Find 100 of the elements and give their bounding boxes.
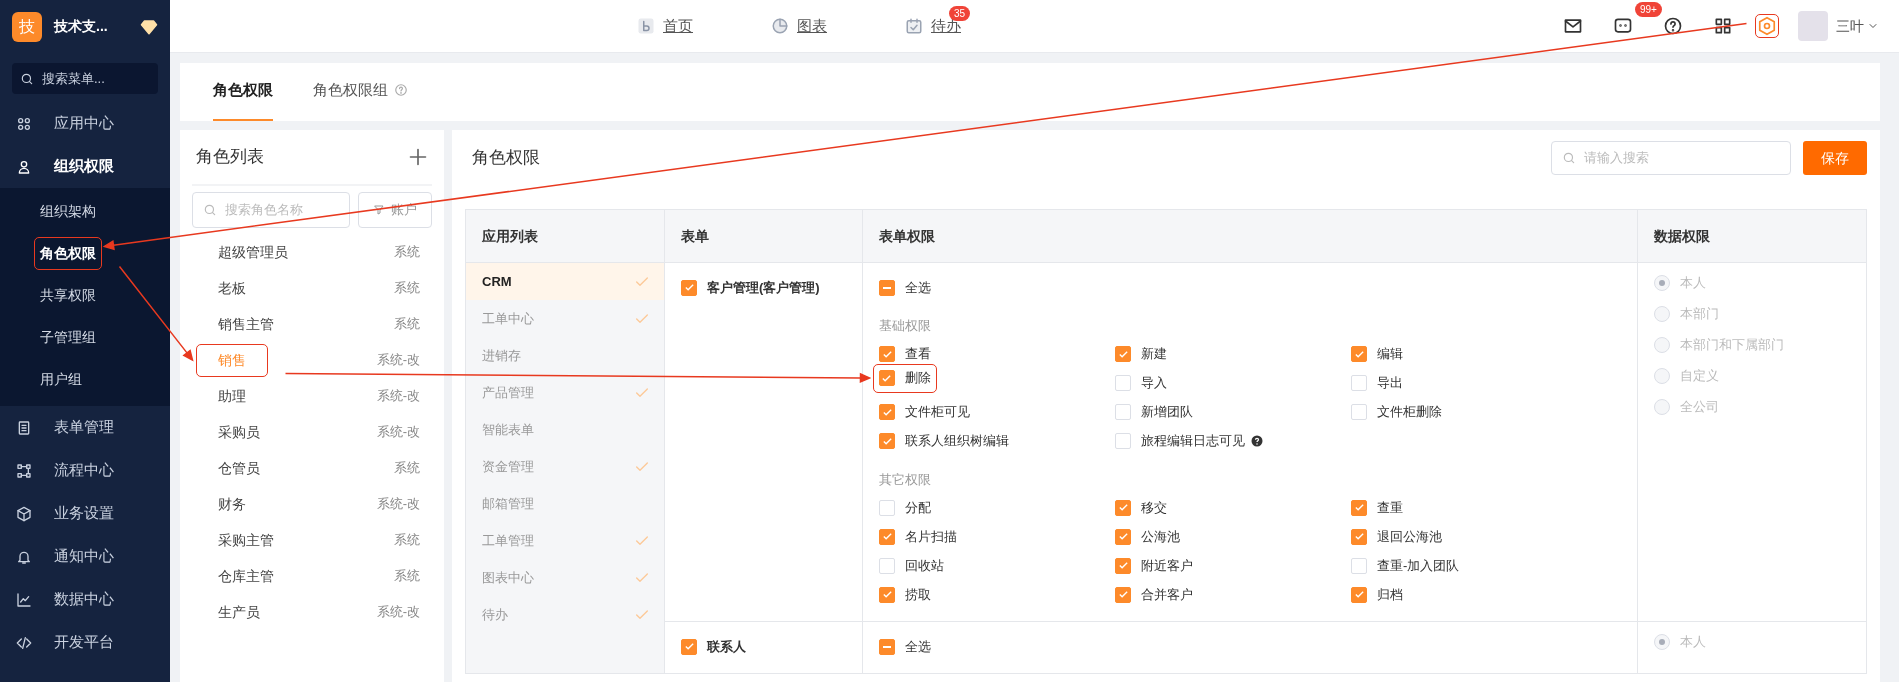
checkbox[interactable] <box>1351 499 1367 516</box>
role-item[interactable]: 销售主管 系统 <box>192 306 432 342</box>
radio-label: 本人 <box>1680 632 1706 651</box>
checkbox-label: 公海池 <box>1141 527 1180 546</box>
checkbox-label: 全选 <box>905 278 931 297</box>
check-icon <box>1353 589 1365 600</box>
role-item[interactable]: 采购主管 系统 <box>192 522 432 558</box>
checkbox[interactable] <box>1115 586 1131 603</box>
menu-item[interactable]: 表单管理 <box>0 406 170 449</box>
cube-icon <box>16 505 32 522</box>
role-tag: 系统 <box>394 278 420 298</box>
nav-link[interactable]: 图表 <box>771 14 827 38</box>
role-item[interactable]: 仓库主管 系统 <box>192 558 432 594</box>
menu-item[interactable]: 数据中心 <box>0 578 170 621</box>
menu-item[interactable]: 业务设置 <box>0 492 170 535</box>
role-name: 销售主管 <box>218 314 274 334</box>
menu-item[interactable]: 应用中心 <box>0 102 170 145</box>
help-icon <box>1251 435 1263 447</box>
count-badge: 99+ <box>1635 2 1662 17</box>
check-icon <box>1117 348 1129 360</box>
role-tag: 系统-改 <box>376 386 420 406</box>
check-icon <box>683 641 695 652</box>
column-header: 数据权限 <box>1638 210 1867 263</box>
checkbox[interactable] <box>1115 557 1131 574</box>
checkbox[interactable] <box>1351 528 1367 545</box>
checkbox-label: 旅程编辑日志可见 <box>1141 432 1245 451</box>
search-field[interactable]: 请输入搜索 <box>1551 141 1791 175</box>
plus-icon <box>408 147 428 167</box>
check-icon <box>881 406 893 418</box>
tab[interactable]: 角色权限组 <box>313 78 408 121</box>
checkbox[interactable] <box>879 404 895 420</box>
submenu-item[interactable]: 组织架构 <box>0 190 170 232</box>
checkbox[interactable] <box>1351 586 1367 603</box>
chart-icon <box>16 591 32 608</box>
search-input[interactable]: 请输入搜索 <box>1582 147 1780 169</box>
role-item[interactable]: 仓管员 系统 <box>192 450 432 486</box>
checkbox-label: 导出 <box>1377 374 1403 393</box>
add-button[interactable] <box>408 147 428 167</box>
check-icon <box>1117 560 1129 571</box>
code-icon <box>16 634 32 651</box>
checkbox[interactable] <box>681 279 697 296</box>
column-header: 应用列表 <box>466 210 665 263</box>
checkbox-label: 名片扫描 <box>905 527 957 546</box>
tab[interactable]: 角色权限 <box>213 78 273 121</box>
checkbox[interactable] <box>1115 528 1131 545</box>
checkbox[interactable] <box>681 638 697 655</box>
search-field[interactable]: 搜索菜单... <box>12 63 158 94</box>
user-icon <box>16 158 32 175</box>
section-label: 其它权限 <box>879 470 932 489</box>
checkbox-label: 退回公海池 <box>1377 527 1442 546</box>
role-tag: 系统-改 <box>376 494 420 514</box>
column-header: 表单 <box>665 210 863 263</box>
diamond-icon <box>140 17 158 36</box>
checkbox[interactable] <box>878 370 895 386</box>
checkbox[interactable] <box>1115 346 1131 362</box>
search-input[interactable]: 搜索角色名称 <box>223 199 339 221</box>
checkbox[interactable] <box>1115 499 1131 516</box>
role-item[interactable]: 助理 系统-改 <box>192 378 432 414</box>
menu-item[interactable]: 流程中心 <box>0 449 170 492</box>
role-item[interactable]: 销售 系统-改 <box>192 342 432 378</box>
filter-icon <box>373 204 385 216</box>
checkbox[interactable] <box>879 638 895 655</box>
checkbox[interactable] <box>879 279 895 296</box>
role-item[interactable]: 生产员 系统-改 <box>192 594 432 630</box>
checkbox-label: 移交 <box>1141 498 1167 517</box>
role-item[interactable]: 财务 系统-改 <box>192 486 432 522</box>
check-icon <box>881 435 893 447</box>
check-icon <box>1117 589 1129 600</box>
menu-item[interactable]: 开发平台 <box>0 621 170 664</box>
checkbox-label: 新增团队 <box>1141 403 1193 422</box>
checkbox-label: 全选 <box>905 637 931 656</box>
minus-icon <box>883 645 891 648</box>
search-field[interactable]: 搜索角色名称 <box>192 192 350 228</box>
user-menu[interactable]: 三叶 <box>1836 15 1879 37</box>
check-icon <box>881 531 893 542</box>
menu-item[interactable]: 通知中心 <box>0 535 170 578</box>
role-item[interactable]: 超级管理员 系统 <box>192 234 432 270</box>
checkbox[interactable] <box>879 346 895 362</box>
submenu-item[interactable]: 角色权限 <box>0 232 170 274</box>
app-list-item[interactable]: CRM <box>466 263 664 300</box>
check-icon <box>1117 502 1129 513</box>
submenu-item[interactable]: 共享权限 <box>0 274 170 316</box>
menu-item[interactable]: 组织权限 <box>0 145 170 188</box>
radio-label: 自定义 <box>1680 366 1719 385</box>
role-item[interactable]: 老板 系统 <box>192 270 432 306</box>
search-input[interactable]: 搜索菜单... <box>40 67 150 90</box>
submenu-item[interactable]: 子管理组 <box>0 316 170 358</box>
role-name: 生产员 <box>218 602 260 622</box>
settings-button[interactable] <box>1754 14 1779 38</box>
role-name: 采购主管 <box>218 530 274 550</box>
nav-link[interactable]: 首页 <box>637 14 693 38</box>
count-badge: 35 <box>949 5 971 21</box>
checkbox-label: 文件柜删除 <box>1377 403 1442 422</box>
submenu-item[interactable]: 用户组 <box>0 358 170 400</box>
checkbox[interactable] <box>879 586 895 603</box>
checkbox[interactable] <box>1351 346 1367 362</box>
checkbox-label: 查看 <box>905 345 931 364</box>
checkbox[interactable] <box>879 433 895 449</box>
checkbox[interactable] <box>879 528 895 545</box>
role-item[interactable]: 采购员 系统-改 <box>192 414 432 450</box>
